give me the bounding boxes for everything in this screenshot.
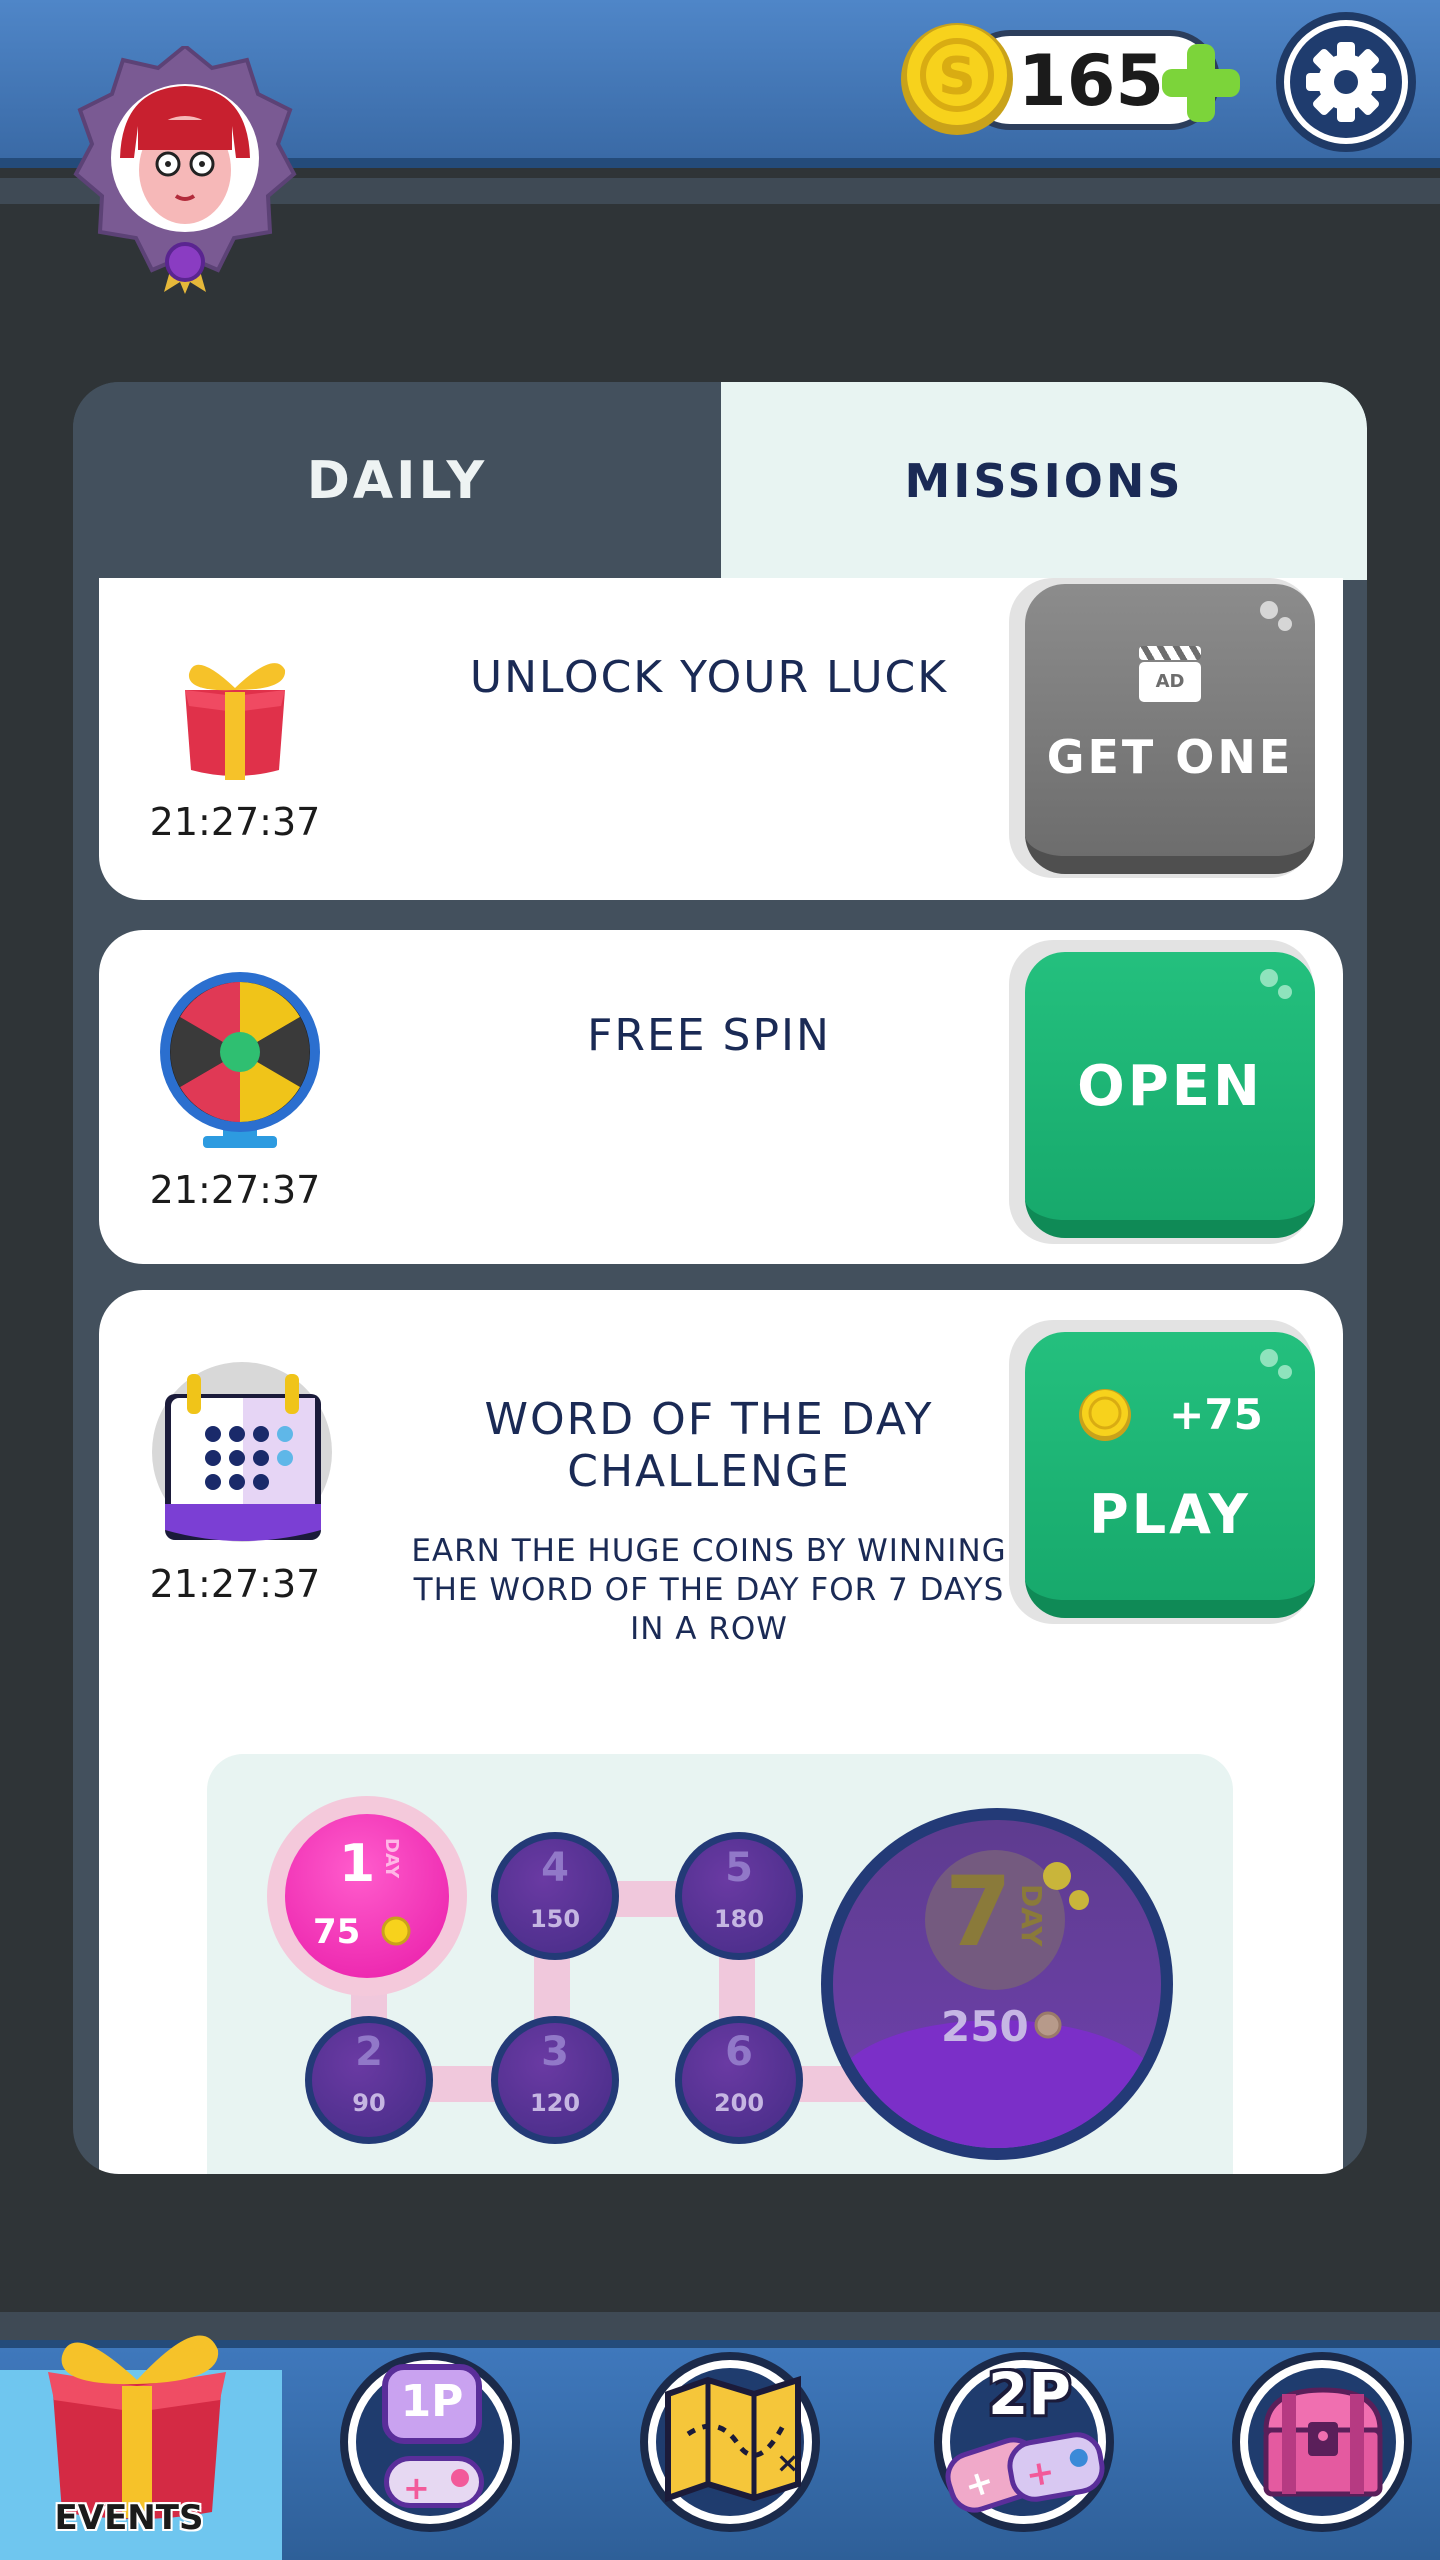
add-coins-icon[interactable] <box>1158 40 1244 126</box>
shine-icon <box>1260 1349 1292 1379</box>
day-6-number: 6 <box>725 2029 753 2075</box>
streak-tracker: 1 DAY 75 4 150 5 180 2 90 3 120 6 200 7 … <box>207 1754 1233 2174</box>
profile-avatar[interactable] <box>72 46 298 296</box>
day-2-coins: 90 <box>352 2089 386 2117</box>
streak-day-5[interactable]: 5 180 <box>675 1832 803 1960</box>
streak-day-2[interactable]: 2 90 <box>305 2016 433 2144</box>
shine-icon <box>1043 1862 1089 1910</box>
events-panel: DAILY MISSIONS 21:27:37 UNLOCK YOUR LUCK… <box>73 382 1367 2174</box>
day-3-coins: 120 <box>529 2089 581 2117</box>
card-word-of-day: 21:27:37 WORD OF THE DAY CHALLENGE EARN … <box>99 1290 1343 2174</box>
nav-map[interactable]: × <box>640 2352 820 2532</box>
nav-chest[interactable] <box>1232 2352 1412 2532</box>
word-title-line1: WORD OF THE DAY <box>484 1394 934 1445</box>
coin-icon <box>381 1916 411 1946</box>
day-6-coins: 200 <box>713 2089 765 2117</box>
day-4-coins: 150 <box>529 1905 581 1933</box>
coin-icon <box>1079 1388 1132 1441</box>
day-1-number: 1 <box>339 1834 376 1894</box>
svg-text:S: S <box>938 47 975 107</box>
shine-icon <box>1260 969 1292 999</box>
streak-day-7[interactable]: 7 DAY 250 <box>821 1808 1173 2160</box>
open-label: OPEN <box>1077 1053 1263 1119</box>
get-one-label: GET ONE <box>1046 730 1294 784</box>
settings-button-face <box>1290 26 1402 138</box>
play-label: PLAY <box>1089 1482 1251 1546</box>
map-icon: × <box>665 2375 801 2503</box>
spin-wheel-icon <box>160 972 320 1148</box>
streak-day-4[interactable]: 4 150 <box>491 1832 619 1960</box>
word-title-line2: CHALLENGE <box>567 1446 851 1497</box>
play-button[interactable]: +75 PLAY <box>1025 1332 1315 1618</box>
two-player-label: 2P <box>988 2360 1071 2428</box>
word-desc-line3: IN A ROW <box>630 1611 788 1647</box>
unlock-timer: 21:27:37 <box>149 800 321 844</box>
gamepad-icon: + <box>384 2456 484 2508</box>
word-desc-line1: EARN THE HUGE COINS BY WINNING <box>411 1533 1007 1569</box>
day-1-unit: DAY <box>381 1838 402 1879</box>
nav-events-label: EVENTS <box>54 2498 204 2538</box>
day-5-number: 5 <box>725 1845 753 1891</box>
shine-icon <box>1260 601 1292 631</box>
unlock-title: UNLOCK YOUR LUCK <box>469 652 949 703</box>
calendar-icon <box>152 1362 332 1542</box>
streak-day-6[interactable]: 6 200 <box>675 2016 803 2144</box>
nav-two-player[interactable]: 2P + + <box>934 2352 1114 2532</box>
day-2-number: 2 <box>355 2029 383 2075</box>
spin-title: FREE SPIN <box>587 1010 831 1061</box>
open-button[interactable]: OPEN <box>1025 952 1315 1238</box>
get-one-button[interactable]: AD GET ONE <box>1025 584 1315 874</box>
tab-daily[interactable]: DAILY <box>73 382 721 580</box>
one-player-label: 1P <box>400 2376 464 2427</box>
reward-row: +75 <box>1077 1387 1263 1443</box>
coin-icon <box>1034 2011 1062 2039</box>
tab-missions[interactable]: MISSIONS <box>721 382 1367 580</box>
coin-icon: S <box>901 23 1013 135</box>
word-timer: 21:27:37 <box>149 1562 321 1606</box>
gift-icon <box>185 663 286 780</box>
card-unlock-luck: 21:27:37 UNLOCK YOUR LUCK AD GET ONE <box>99 578 1343 900</box>
gear-icon <box>1306 42 1386 122</box>
settings-button[interactable] <box>1276 12 1416 152</box>
day-4-number: 4 <box>541 1845 569 1891</box>
coin-count: 165 <box>1018 40 1165 122</box>
day-1-coins: 75 <box>313 1912 361 1952</box>
streak-day-1[interactable]: 1 DAY 75 <box>267 1796 467 1996</box>
day-7-number: 7 <box>945 1856 1012 1968</box>
reward-amount: +75 <box>1169 1390 1263 1439</box>
nav-single-player[interactable]: 1P + <box>340 2352 520 2532</box>
card-free-spin: 21:27:37 FREE SPIN OPEN <box>99 930 1343 1264</box>
ad-badge-icon: AD <box>1139 646 1201 702</box>
treasure-chest-icon <box>1263 2387 1383 2497</box>
gift-icon <box>48 2335 226 2519</box>
word-desc-line2: THE WORD OF THE DAY FOR 7 DAYS <box>413 1572 1005 1608</box>
day-3-number: 3 <box>541 2029 569 2075</box>
day-7-coins: 250 <box>941 2002 1029 2051</box>
svg-text:×: × <box>776 2446 799 2479</box>
one-player-icon: 1P <box>382 2364 482 2444</box>
day-5-coins: 180 <box>713 1905 765 1933</box>
ad-badge-text: AD <box>1139 662 1201 702</box>
spin-timer: 21:27:37 <box>149 1168 321 1212</box>
streak-day-3[interactable]: 3 120 <box>491 2016 619 2144</box>
